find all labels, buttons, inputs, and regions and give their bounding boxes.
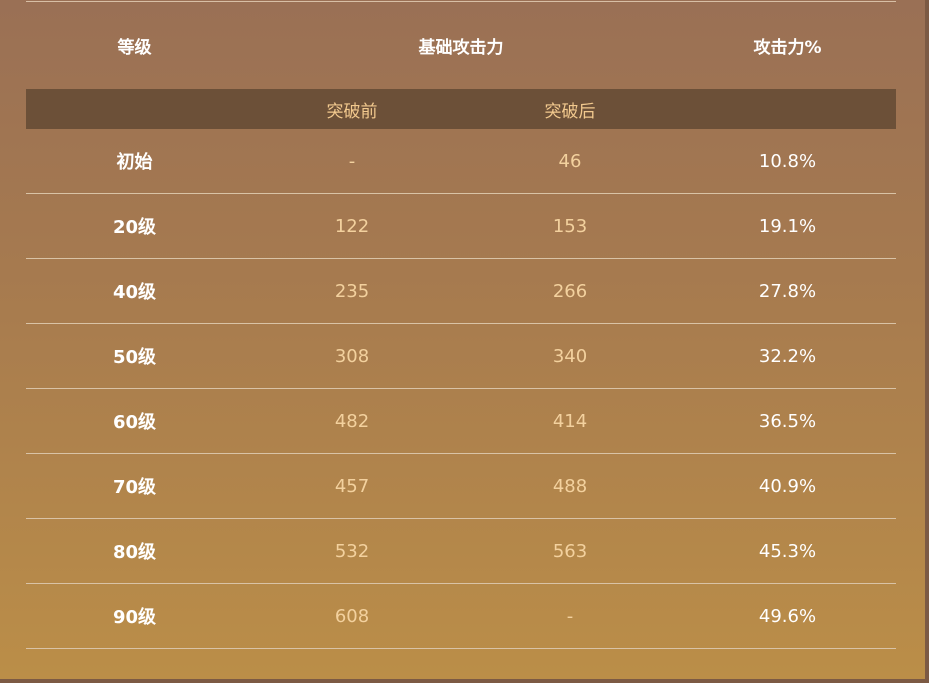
- table-row: 20级 122 153 19.1%: [26, 194, 896, 259]
- table-subheader-row: 突破前 突破后: [26, 89, 896, 129]
- after-breakthrough-cell: 488: [552, 475, 588, 497]
- before-breakthrough-cell: 308: [334, 345, 370, 367]
- attack-pct-cell: 40.9%: [758, 475, 817, 497]
- attack-pct-cell: 49.6%: [758, 605, 817, 627]
- attack-stats-table: 等级 基础攻击力 攻击力% 突破前 突破后 初始 - 46 10.8% 20级 …: [26, 2, 896, 649]
- before-breakthrough-cell: 457: [334, 475, 370, 497]
- before-breakthrough-cell: 608: [334, 605, 370, 627]
- after-breakthrough-cell: 414: [552, 410, 588, 432]
- table-header-row: 等级 基础攻击力 攻击力%: [26, 2, 896, 89]
- header-attack-pct: 攻击力%: [753, 38, 822, 58]
- after-breakthrough-cell: 153: [552, 215, 588, 237]
- stats-panel: 等级 基础攻击力 攻击力% 突破前 突破后 初始 - 46 10.8% 20级 …: [0, 0, 929, 683]
- subheader-before: 突破前: [326, 101, 378, 122]
- level-cell: 70级: [112, 477, 157, 498]
- level-cell: 40级: [112, 282, 157, 303]
- table-row: 40级 235 266 27.8%: [26, 259, 896, 324]
- attack-pct-cell: 36.5%: [758, 410, 817, 432]
- level-cell: 60级: [112, 412, 157, 433]
- before-breakthrough-cell: 122: [334, 215, 370, 237]
- table-row: 80级 532 563 45.3%: [26, 519, 896, 584]
- before-breakthrough-cell: 235: [334, 280, 370, 302]
- table-row: 70级 457 488 40.9%: [26, 454, 896, 519]
- before-breakthrough-cell: 532: [334, 540, 370, 562]
- level-cell: 20级: [112, 217, 157, 238]
- after-breakthrough-cell: 46: [558, 150, 582, 172]
- after-breakthrough-cell: 563: [552, 540, 588, 562]
- after-breakthrough-cell: 340: [552, 345, 588, 367]
- before-breakthrough-cell: -: [348, 150, 356, 172]
- level-cell: 50级: [112, 347, 157, 368]
- attack-pct-cell: 45.3%: [758, 540, 817, 562]
- after-breakthrough-cell: 266: [552, 280, 588, 302]
- header-level: 等级: [117, 38, 152, 58]
- attack-pct-cell: 32.2%: [758, 345, 817, 367]
- attack-pct-cell: 27.8%: [758, 280, 817, 302]
- level-cell: 80级: [112, 542, 157, 563]
- table-row: 90级 608 - 49.6%: [26, 584, 896, 649]
- header-base-attack: 基础攻击力: [418, 38, 504, 58]
- before-breakthrough-cell: 482: [334, 410, 370, 432]
- level-cell: 初始: [116, 152, 153, 173]
- subheader-after: 突破后: [544, 101, 596, 122]
- table-row: 初始 - 46 10.8%: [26, 129, 896, 194]
- table-row: 50级 308 340 32.2%: [26, 324, 896, 389]
- level-cell: 90级: [112, 607, 157, 628]
- attack-pct-cell: 19.1%: [758, 215, 817, 237]
- table-row: 60级 482 414 36.5%: [26, 389, 896, 454]
- after-breakthrough-cell: -: [566, 605, 574, 627]
- attack-pct-cell: 10.8%: [758, 150, 817, 172]
